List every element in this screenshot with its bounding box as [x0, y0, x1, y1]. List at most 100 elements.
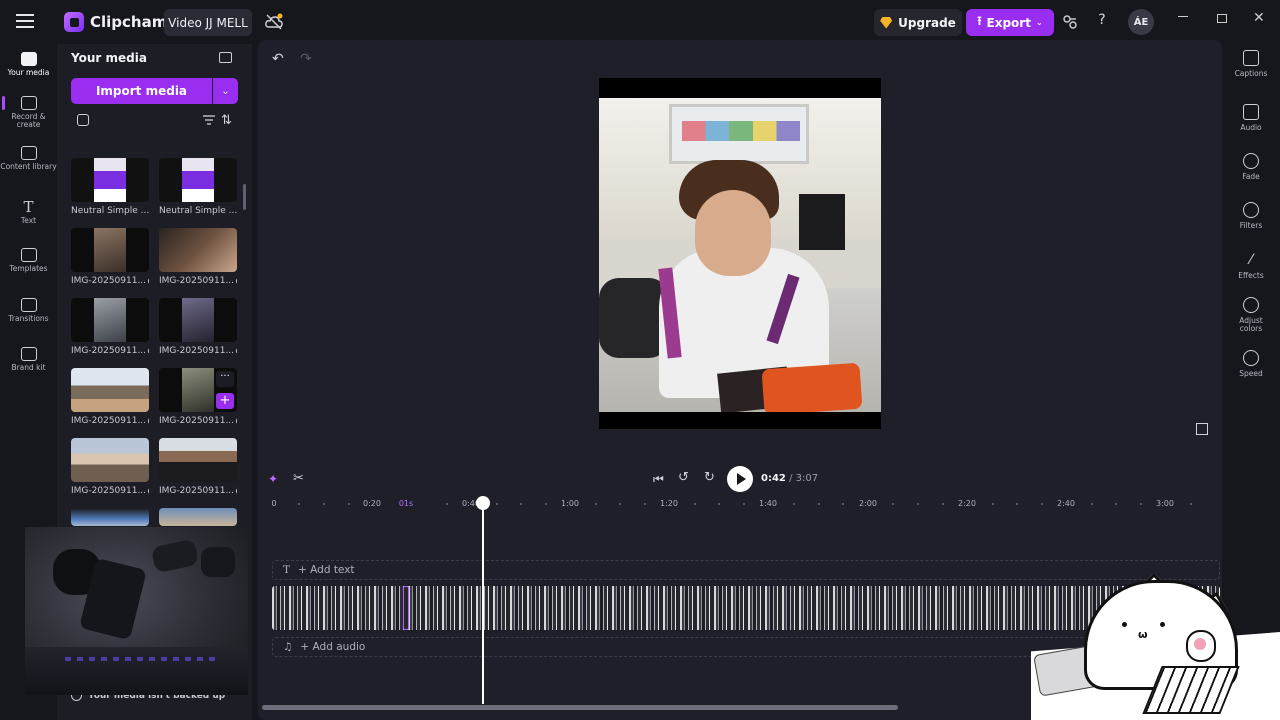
- media-item[interactable]: Neutral Simple ...: [159, 158, 237, 216]
- synced-check-icon: [148, 277, 149, 285]
- prop-adjust-colors[interactable]: Adjust colors: [1228, 297, 1274, 333]
- media-thumbnail: [159, 228, 237, 272]
- media-thumbnail: [71, 298, 149, 342]
- tick-label: 2:40: [1057, 499, 1075, 508]
- close-icon[interactable]: ✕: [1253, 10, 1265, 26]
- media-item-name: IMG-20250911...: [71, 276, 147, 286]
- prop-fade[interactable]: Fade: [1228, 153, 1274, 181]
- play-button[interactable]: [727, 466, 753, 492]
- import-dropdown-button[interactable]: ⌄: [213, 78, 238, 104]
- playhead-line[interactable]: [482, 508, 484, 704]
- prop-audio[interactable]: Audio: [1228, 104, 1274, 132]
- upgrade-label: Upgrade: [898, 15, 956, 30]
- clip-marker[interactable]: [403, 586, 409, 630]
- media-item[interactable]: Neutral Simple ...: [71, 158, 149, 216]
- timeline-scrollbar[interactable]: [262, 705, 898, 710]
- fullscreen-icon[interactable]: [1196, 423, 1208, 435]
- transitions-icon: [20, 298, 37, 312]
- rail-item-content-library[interactable]: Content library: [0, 146, 57, 171]
- media-item[interactable]: IMG-20250911...: [71, 438, 149, 496]
- redo-icon[interactable]: ↷: [300, 51, 312, 67]
- media-thumbnail: [159, 508, 237, 526]
- diamond-icon: [880, 16, 893, 29]
- rail-item-label: Your media: [7, 68, 50, 77]
- cat-eye: [1160, 622, 1165, 627]
- select-all-checkbox[interactable]: [77, 114, 89, 126]
- more-options-icon[interactable]: ···: [216, 371, 234, 387]
- rail-item-label: Content library: [0, 162, 57, 171]
- rail-item-templates[interactable]: Templates: [0, 248, 57, 273]
- media-thumbnail: [71, 508, 149, 526]
- skip-back-icon[interactable]: ⏮: [653, 472, 664, 487]
- rail-item-label: Text: [20, 216, 37, 225]
- rail-item-label: Templates: [9, 264, 48, 273]
- media-item[interactable]: [71, 508, 149, 526]
- tick-label: 3:00: [1156, 499, 1174, 508]
- text-icon: T: [23, 198, 34, 216]
- media-item-selected[interactable]: ··· + IMG-20250911...: [159, 368, 237, 426]
- rail-item-transitions[interactable]: Transitions: [0, 298, 57, 323]
- tick-label: 1:40: [759, 499, 777, 508]
- prop-captions[interactable]: Captions: [1228, 50, 1274, 78]
- media-item[interactable]: IMG-20250911...: [159, 298, 237, 356]
- upload-icon: ⭱: [977, 14, 982, 28]
- prop-label: Adjust colors: [1239, 316, 1263, 333]
- avatar[interactable]: ÁE: [1128, 9, 1154, 35]
- undo-icon[interactable]: ↶: [272, 51, 284, 67]
- help-icon[interactable]: ?: [1094, 12, 1110, 30]
- add-audio-label: + Add audio: [300, 641, 366, 653]
- media-item[interactable]: IMG-20250911...: [71, 298, 149, 356]
- chevron-down-icon: ⌄: [221, 85, 230, 97]
- filter-icon[interactable]: [203, 115, 215, 125]
- media-item[interactable]: [159, 508, 237, 526]
- rail-item-text[interactable]: T Text: [0, 200, 57, 225]
- menu-icon[interactable]: [16, 14, 34, 28]
- import-media-button[interactable]: Import media: [71, 78, 212, 104]
- media-scrollbar[interactable]: [243, 184, 246, 210]
- prop-effects[interactable]: ⁄ Effects: [1228, 252, 1274, 280]
- chevron-down-icon: ⌄: [1035, 18, 1043, 27]
- tick-label: 1:20: [660, 499, 678, 508]
- add-to-timeline-button[interactable]: +: [216, 393, 234, 409]
- forward-5s-icon[interactable]: ↻: [704, 470, 715, 485]
- sort-icon[interactable]: ⇅: [221, 113, 232, 128]
- cat-mouth: ω: [1138, 628, 1148, 641]
- maximize-icon[interactable]: [1217, 14, 1227, 23]
- prop-label: Captions: [1234, 69, 1268, 78]
- share-icon[interactable]: [1062, 14, 1078, 30]
- media-item[interactable]: IMG-20250911...: [71, 368, 149, 426]
- project-name[interactable]: Video JJ MELL: [164, 9, 252, 36]
- media-item-name: Neutral Simple ...: [71, 206, 149, 216]
- cloud-off-icon[interactable]: [264, 13, 284, 31]
- tick-label: 2:00: [859, 499, 877, 508]
- upgrade-button[interactable]: Upgrade: [874, 9, 962, 36]
- cat-paw: [1186, 630, 1216, 662]
- synced-check-icon: [148, 347, 149, 355]
- rail-item-brand-kit[interactable]: Brand kit: [0, 347, 57, 372]
- scissors-icon[interactable]: ✂: [293, 471, 304, 486]
- export-button[interactable]: ⭱ Export ⌄: [966, 9, 1054, 36]
- media-item-name: IMG-20250911...: [159, 486, 235, 496]
- rewind-5s-icon[interactable]: ↺: [678, 470, 689, 485]
- media-item[interactable]: IMG-20250911...: [159, 438, 237, 496]
- webcam-overlay: [25, 527, 248, 695]
- tick-label: 2:20: [958, 499, 976, 508]
- media-thumbnail: [71, 368, 149, 412]
- video-preview[interactable]: [599, 78, 881, 429]
- rail-item-record-create[interactable]: Record & create: [0, 96, 57, 129]
- prop-filters[interactable]: Filters: [1228, 202, 1274, 230]
- prop-speed[interactable]: Speed: [1228, 350, 1274, 378]
- library-icon: [20, 146, 37, 160]
- sparkle-icon[interactable]: ✦: [268, 472, 278, 486]
- media-item[interactable]: IMG-20250911...: [71, 228, 149, 286]
- media-item-name: IMG-20250911...: [71, 416, 147, 426]
- video-track[interactable]: [272, 586, 1220, 630]
- add-text-track[interactable]: T + Add text: [272, 560, 1220, 580]
- minimize-icon[interactable]: [1178, 16, 1188, 17]
- collapse-panel-icon[interactable]: [219, 52, 232, 63]
- timeline-ruler[interactable]: 0 0:20 01s 0:40 1:00 1:20 1:40 2:00 2:20…: [264, 496, 1214, 512]
- rail-item-your-media[interactable]: Your media: [0, 52, 57, 77]
- tick-label: 1:00: [561, 499, 579, 508]
- rail-item-label: Transitions: [8, 314, 49, 323]
- media-item[interactable]: IMG-20250911...: [159, 228, 237, 286]
